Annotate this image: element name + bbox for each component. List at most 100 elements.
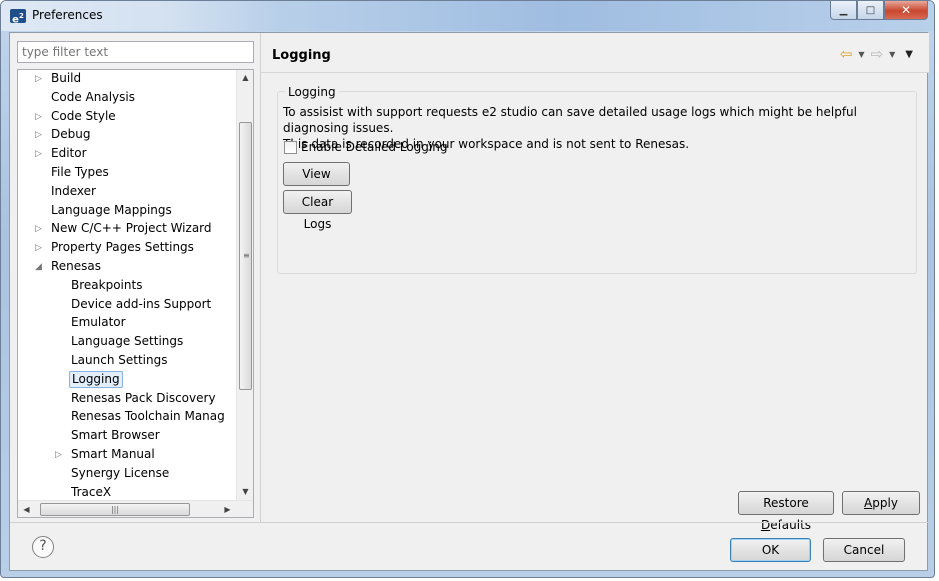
tree-item[interactable]: Synergy License <box>69 465 171 483</box>
tree-item-label: Renesas Pack Discovery <box>71 390 216 405</box>
tree-item-label: Synergy License <box>71 465 170 480</box>
tree-horizontal-scrollbar[interactable]: ◀ ||| ▶ <box>18 500 253 517</box>
preferences-window: e2 Preferences ▁ □ ✕ ▷ Build Code Analysis… <box>0 0 935 578</box>
tree-item[interactable]: ◢ Renesas <box>35 258 103 276</box>
tree-item-label: Logging <box>69 370 123 388</box>
close-button[interactable]: ✕ <box>884 1 928 20</box>
tree-item-label: Editor <box>51 146 87 161</box>
tree-item-label: Breakpoints <box>71 277 143 292</box>
collapse-arrow-icon[interactable]: ◢ <box>35 258 45 276</box>
tree-item-label: Debug <box>51 127 91 142</box>
vertical-scroll-thumb[interactable]: ≡ <box>239 122 252 390</box>
ok-button[interactable]: OK <box>730 538 811 562</box>
window-controls: ▁ □ ✕ <box>830 1 928 21</box>
enable-detailed-logging-row[interactable]: Enable Detailed Logging <box>284 140 447 154</box>
filter-input[interactable] <box>17 41 254 63</box>
maximize-button[interactable]: □ <box>857 1 884 20</box>
tree-item-label: Emulator <box>71 315 126 330</box>
tree-item-label: Renesas Toolchain Manag <box>71 409 225 424</box>
e2-studio-icon: e2 <box>10 9 26 25</box>
tree-item[interactable]: Language Mappings <box>49 202 174 220</box>
restore-defaults-button[interactable]: Restore Defaults <box>738 491 834 532</box>
forward-arrow-icon[interactable]: ⇨ <box>871 45 884 63</box>
tree-item-label: TraceX <box>71 484 112 499</box>
preferences-tree: ▷ Build Code Analysis ▷ Code Style ▷ Debug ▷ Edi… <box>17 69 254 518</box>
expand-arrow-icon[interactable]: ▷ <box>35 220 45 238</box>
tree-item-label: Build <box>51 71 82 85</box>
tree-item[interactable]: Device add-ins Support <box>69 296 213 314</box>
minimize-icon: ▁ <box>839 4 848 16</box>
logging-group: Logging To assisist with support request… <box>277 85 917 274</box>
grip-icon: ≡ <box>243 251 250 260</box>
close-icon: ✕ <box>900 3 912 17</box>
tree-item[interactable]: ▷ Editor <box>35 145 89 163</box>
forward-dropdown-icon[interactable]: ▼ <box>885 50 899 59</box>
tree-item[interactable]: Launch Settings <box>69 352 170 370</box>
group-title: Logging <box>285 85 339 99</box>
cancel-button[interactable]: Cancel <box>823 538 905 562</box>
tree-item-label: Language Mappings <box>51 202 172 217</box>
history-navigation: ⇦ ▼ ⇨ ▼ ▼ <box>840 45 917 63</box>
tree-item-label: Indexer <box>51 183 96 198</box>
tree-item[interactable]: Code Analysis <box>49 89 137 107</box>
tree-item[interactable]: Language Settings <box>69 333 185 351</box>
tree-vertical-scrollbar[interactable]: ▲ ≡ ▼ <box>236 70 253 500</box>
tree-item[interactable]: Emulator <box>69 314 128 332</box>
tree-item-label: Smart Manual <box>71 447 155 461</box>
tree-item[interactable]: ▷ Code Style <box>35 108 118 126</box>
expand-arrow-icon[interactable]: ▷ <box>35 145 45 163</box>
scroll-right-arrow-icon[interactable]: ▶ <box>219 501 236 517</box>
tree-item-label: Device add-ins Support <box>71 296 212 311</box>
minimize-button[interactable]: ▁ <box>830 1 857 20</box>
title-bar[interactable]: e2 Preferences ▁ □ ✕ <box>1 1 934 31</box>
back-arrow-icon[interactable]: ⇦ <box>840 45 853 63</box>
expand-arrow-icon[interactable]: ▷ <box>35 70 45 88</box>
tree-item[interactable]: Indexer <box>49 183 98 201</box>
dialog-client-area: ▷ Build Code Analysis ▷ Code Style ▷ Debug ▷ Edi… <box>9 32 929 571</box>
button-bar-separator <box>10 522 929 523</box>
expand-arrow-icon[interactable]: ▷ <box>35 126 45 144</box>
back-dropdown-icon[interactable]: ▼ <box>854 50 868 59</box>
tree-item[interactable]: ▷ Build <box>35 70 83 88</box>
scroll-up-arrow-icon[interactable]: ▲ <box>237 70 253 86</box>
tree-item[interactable]: Renesas Pack Discovery <box>69 390 218 408</box>
tree-item-label: Launch Settings <box>71 353 168 367</box>
scroll-down-arrow-icon[interactable]: ▼ <box>237 484 253 500</box>
expand-arrow-icon[interactable]: ▷ <box>35 108 45 126</box>
expand-arrow-icon[interactable]: ▷ <box>55 446 65 464</box>
tree-item[interactable]: ▷ New C/C++ Project Wizard <box>35 220 214 238</box>
tree-item-label: Code Analysis <box>51 89 135 104</box>
tree-item-label: New C/C++ Project Wizard <box>51 221 212 236</box>
tree-item[interactable]: ▷ Smart Manual <box>55 446 157 464</box>
horizontal-scroll-thumb[interactable]: ||| <box>40 503 190 516</box>
window-title: Preferences <box>32 8 103 22</box>
tree-item[interactable]: File Types <box>49 164 111 182</box>
enable-detailed-logging-checkbox[interactable] <box>284 140 297 154</box>
tree-item[interactable]: Breakpoints <box>69 277 144 295</box>
expand-arrow-icon[interactable]: ▷ <box>35 239 45 257</box>
tree-items: ▷ Build Code Analysis ▷ Code Style ▷ Debug ▷ Edi… <box>18 70 237 500</box>
pane-sash[interactable] <box>260 33 261 522</box>
tree-item-label: Smart Browser <box>71 428 160 443</box>
tree-item[interactable]: ▷ Debug <box>35 126 92 144</box>
maximize-icon: □ <box>865 4 876 16</box>
tree-item-label: Renesas <box>51 259 102 273</box>
tree-item[interactable]: Smart Browser <box>69 427 162 445</box>
view-menu-icon[interactable]: ▼ <box>901 49 917 60</box>
tree-item-label: Property Pages Settings <box>51 240 194 255</box>
tree-item-label: File Types <box>51 165 109 179</box>
tree-item[interactable]: Renesas Toolchain Manag <box>69 408 227 426</box>
clear-logs-button[interactable]: Clear Logs <box>283 190 352 231</box>
page-title: Logging <box>272 48 331 63</box>
scroll-left-arrow-icon[interactable]: ◀ <box>18 501 35 517</box>
apply-button[interactable]: Apply <box>842 491 920 515</box>
tree-item[interactable]: TraceX <box>69 484 113 500</box>
page-header: Logging ⇦ ▼ ⇨ ▼ ▼ <box>261 33 929 73</box>
enable-detailed-logging-label: Enable Detailed Logging <box>301 140 448 154</box>
view-logs-button[interactable]: View Logs <box>283 162 350 203</box>
tree-item[interactable]: Logging <box>69 370 123 389</box>
tree-item[interactable]: ▷ Property Pages Settings <box>35 239 196 257</box>
tree-item-label: Code Style <box>51 108 116 123</box>
help-icon[interactable]: ? <box>32 536 54 558</box>
tree-item-label: Language Settings <box>71 334 184 349</box>
